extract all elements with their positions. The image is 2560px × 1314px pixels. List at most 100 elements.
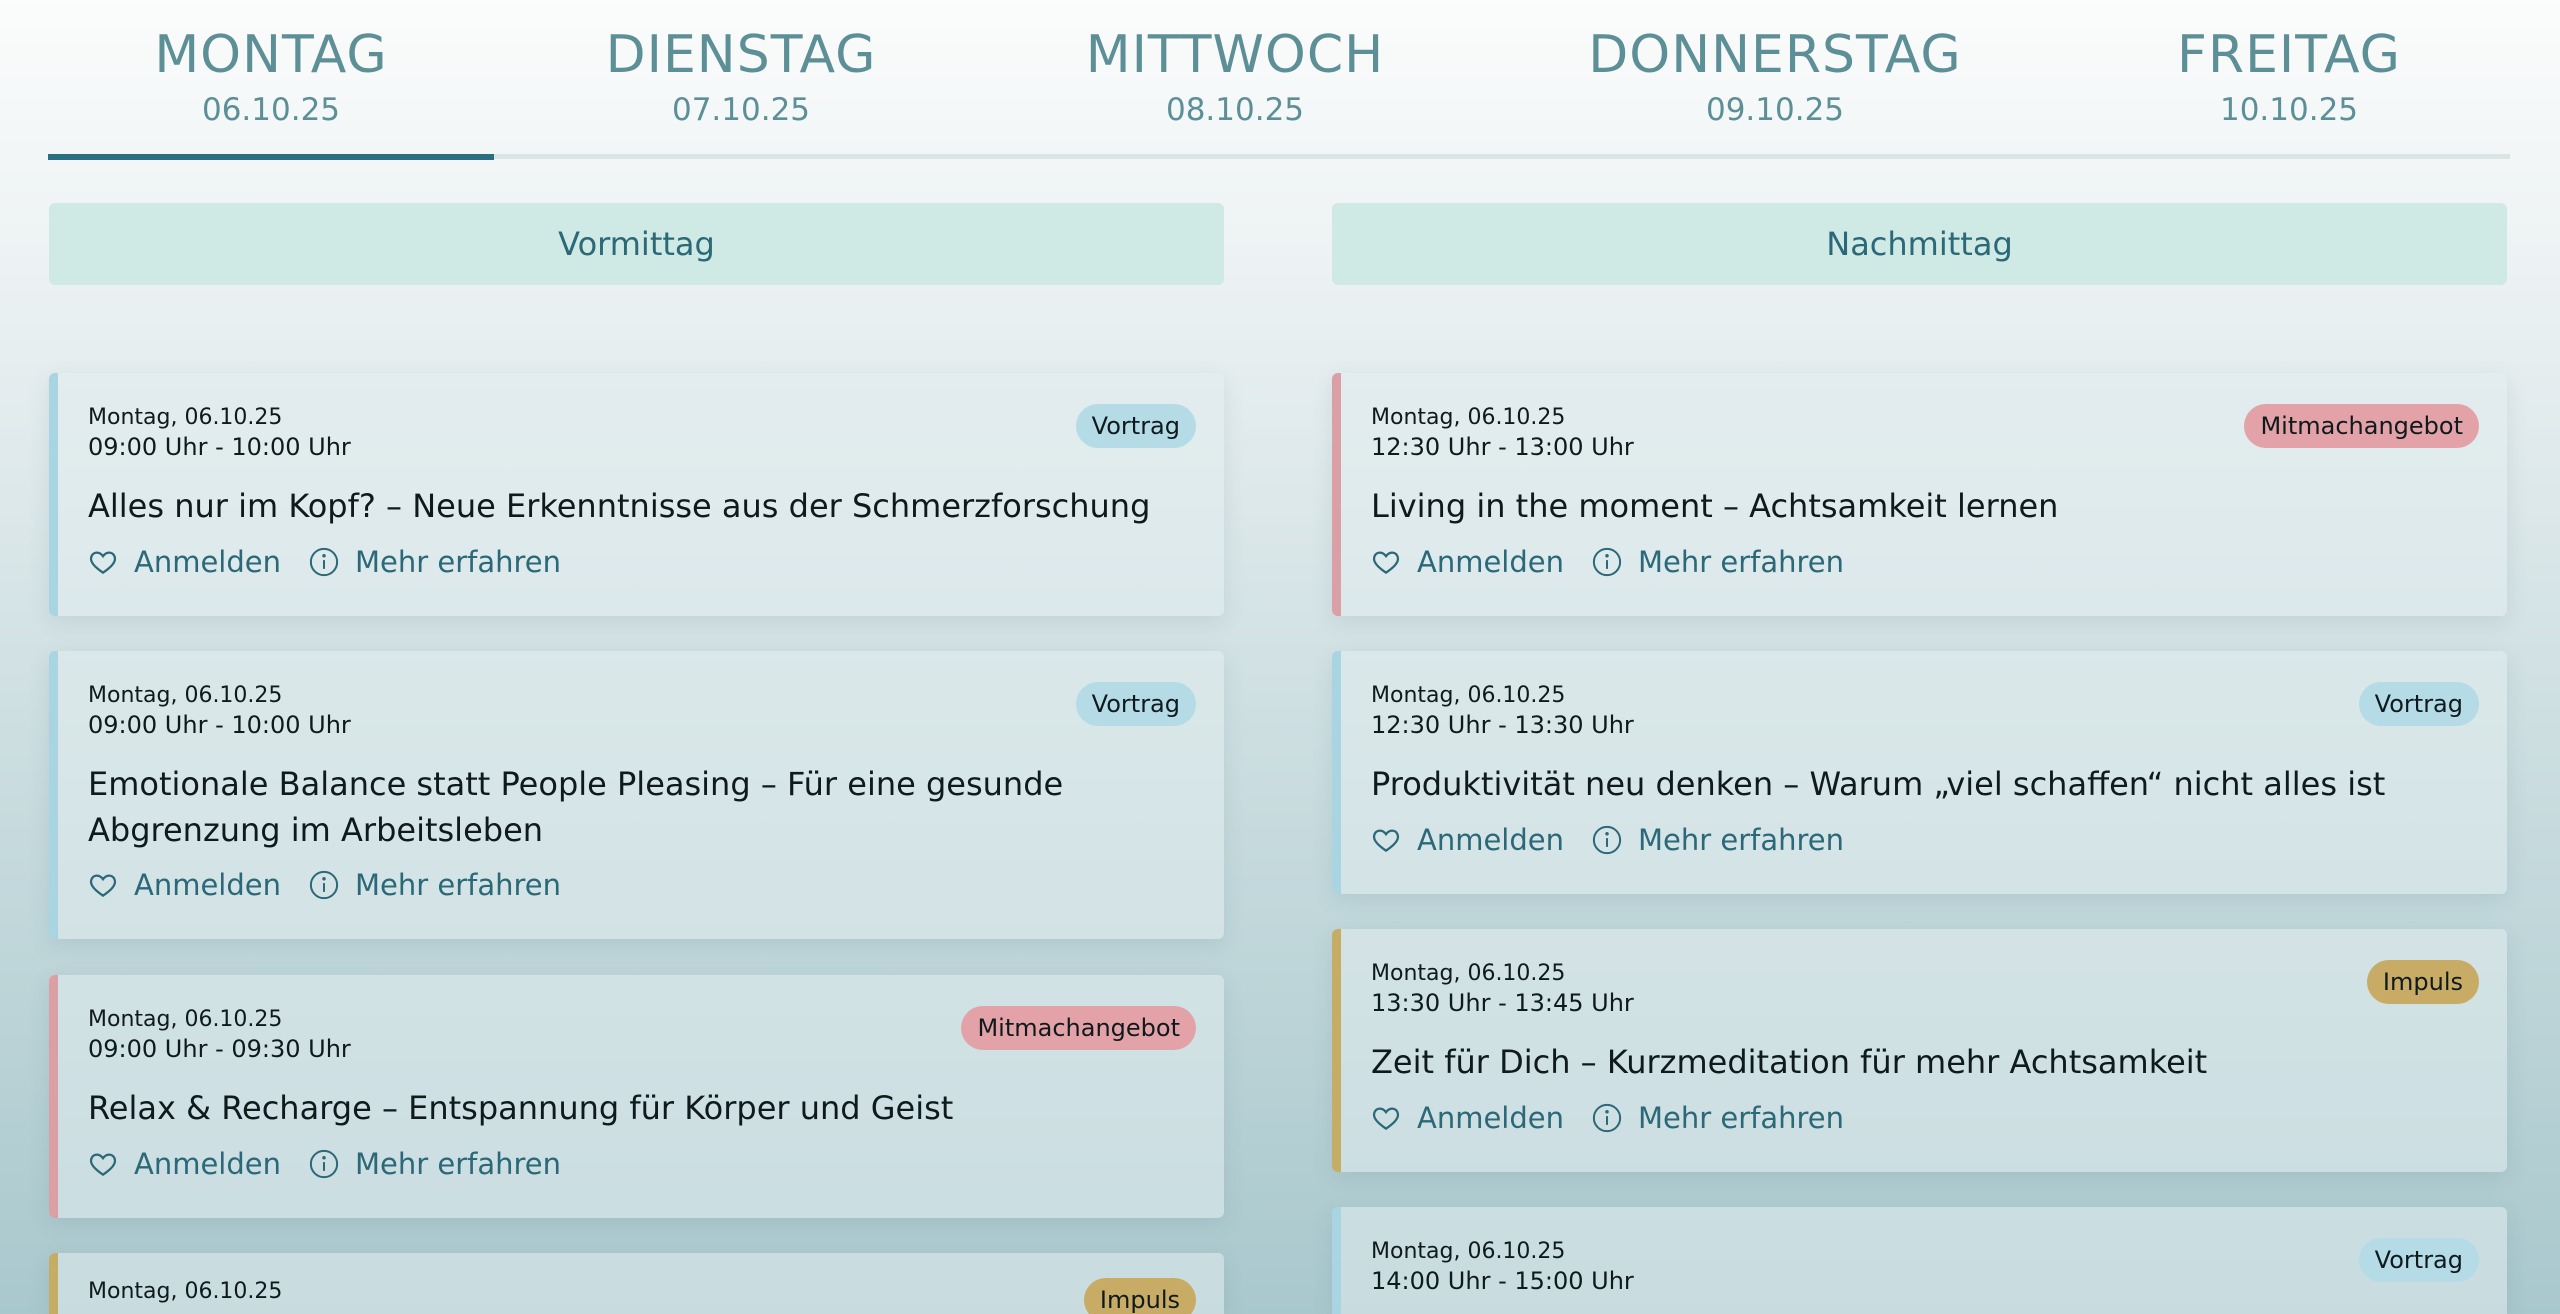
info-icon	[1592, 547, 1622, 577]
register-label: Anmelden	[134, 545, 281, 579]
tab-montag[interactable]: MONTAG 06.10.25	[48, 0, 494, 160]
info-icon	[1592, 1103, 1622, 1133]
period-header-afternoon: Nachmittag	[1332, 203, 2507, 285]
event-card: Montag, 06.10.25 09:00 Uhr - 10:00 Uhr V…	[49, 651, 1224, 939]
more-info-button[interactable]: Mehr erfahren	[1592, 545, 1844, 579]
more-info-label: Mehr erfahren	[355, 1147, 562, 1181]
tab-day-date: 10.10.25	[2219, 92, 2359, 128]
event-actions: Anmelden Mehr erfahren	[88, 1147, 589, 1181]
event-type-badge: Vortrag	[2358, 1238, 2479, 1282]
info-icon	[1592, 825, 1622, 855]
tab-freitag[interactable]: FREITAG 10.10.25	[2068, 0, 2510, 160]
event-type-bar	[1332, 929, 1341, 1172]
register-button[interactable]: Anmelden	[88, 545, 281, 579]
event-time: 09:00 Uhr - 10:00 Uhr	[88, 711, 351, 739]
event-actions: Anmelden Mehr erfahren	[88, 545, 589, 579]
tab-day-name: FREITAG	[2177, 25, 2401, 85]
event-title: Emotionale Balance statt People Pleasing…	[88, 765, 1064, 849]
event-title: Alles nur im Kopf? – Neue Erkenntnisse a…	[88, 487, 1151, 525]
event-time: 14:00 Uhr - 15:00 Uhr	[1371, 1267, 1634, 1295]
tab-day-name: MONTAG	[154, 25, 388, 85]
active-tab-indicator	[48, 154, 494, 160]
day-tabs: MONTAG 06.10.25 DIENSTAG 07.10.25 MITTWO…	[48, 0, 2510, 160]
tab-day-name: MITTWOCH	[1085, 25, 1385, 85]
event-type-badge: Vortrag	[1075, 404, 1196, 448]
event-type-bar	[49, 651, 58, 939]
more-info-button[interactable]: Mehr erfahren	[1592, 1101, 1844, 1135]
event-type-bar	[49, 373, 58, 616]
event-card: Montag, 06.10.25 Impuls	[49, 1253, 1224, 1314]
info-icon	[309, 1149, 339, 1179]
heart-icon	[89, 551, 117, 574]
event-type-badge: Vortrag	[1075, 682, 1196, 726]
more-info-label: Mehr erfahren	[1638, 545, 1845, 579]
tab-donnerstag[interactable]: DONNERSTAG 09.10.25	[1482, 0, 2068, 160]
register-label: Anmelden	[134, 868, 281, 902]
event-card: Montag, 06.10.25 13:30 Uhr - 13:45 Uhr I…	[1332, 929, 2507, 1172]
tab-mittwoch[interactable]: MITTWOCH 08.10.25	[988, 0, 1482, 160]
register-button[interactable]: Anmelden	[1371, 545, 1564, 579]
event-type-bar	[1332, 373, 1341, 616]
event-card: Montag, 06.10.25 09:00 Uhr - 10:00 Uhr V…	[49, 373, 1224, 616]
event-date: Montag, 06.10.25	[88, 1279, 283, 1304]
event-time: 09:00 Uhr - 09:30 Uhr	[88, 1035, 351, 1063]
heart-icon	[89, 1153, 117, 1176]
period-header-morning: Vormittag	[49, 203, 1224, 285]
heart-icon	[1372, 829, 1400, 852]
event-type-badge: Vortrag	[2358, 682, 2479, 726]
event-type-badge: Impuls	[2366, 960, 2479, 1004]
register-label: Anmelden	[1417, 545, 1564, 579]
event-time: 12:30 Uhr - 13:00 Uhr	[1371, 433, 1634, 461]
more-info-button[interactable]: Mehr erfahren	[1592, 823, 1844, 857]
event-actions: Anmelden Mehr erfahren	[1371, 545, 1872, 579]
register-button[interactable]: Anmelden	[88, 1147, 281, 1181]
heart-icon	[1372, 1107, 1400, 1130]
register-button[interactable]: Anmelden	[1371, 823, 1564, 857]
more-info-button[interactable]: Mehr erfahren	[309, 545, 561, 579]
tab-day-date: 08.10.25	[1165, 92, 1305, 128]
event-date: Montag, 06.10.25	[1371, 683, 1566, 708]
info-icon	[309, 547, 339, 577]
event-type-bar	[1332, 1207, 1341, 1314]
event-title: Living in the moment – Achtsamkeit lerne…	[1371, 487, 2059, 525]
event-title: Zeit für Dich – Kurzmeditation für mehr …	[1371, 1043, 2208, 1081]
event-actions: Anmelden Mehr erfahren	[1371, 823, 1872, 857]
register-button[interactable]: Anmelden	[88, 868, 281, 902]
tab-day-date: 09.10.25	[1705, 92, 1845, 128]
event-type-badge: Impuls	[1083, 1278, 1196, 1314]
tab-dienstag[interactable]: DIENSTAG 07.10.25	[494, 0, 988, 160]
heart-icon	[1372, 551, 1400, 574]
register-label: Anmelden	[1417, 823, 1564, 857]
event-title: Produktivität neu denken – Warum „viel s…	[1371, 765, 2386, 803]
event-date: Montag, 06.10.25	[1371, 405, 1566, 430]
tab-day-name: DONNERSTAG	[1588, 25, 1962, 85]
more-info-button[interactable]: Mehr erfahren	[309, 1147, 561, 1181]
more-info-button[interactable]: Mehr erfahren	[309, 868, 561, 902]
more-info-label: Mehr erfahren	[1638, 823, 1845, 857]
register-label: Anmelden	[134, 1147, 281, 1181]
event-date: Montag, 06.10.25	[88, 405, 283, 430]
event-type-bar	[49, 1253, 58, 1314]
info-icon	[309, 870, 339, 900]
event-card: Montag, 06.10.25 14:00 Uhr - 15:00 Uhr V…	[1332, 1207, 2507, 1314]
event-type-badge: Mitmachangebot	[961, 1006, 1196, 1050]
event-title: Relax & Recharge – Entspannung für Körpe…	[88, 1089, 954, 1127]
event-actions: Anmelden Mehr erfahren	[1371, 1101, 1872, 1135]
register-button[interactable]: Anmelden	[1371, 1101, 1564, 1135]
event-time: 12:30 Uhr - 13:30 Uhr	[1371, 711, 1634, 739]
event-type-bar	[49, 975, 58, 1218]
event-date: Montag, 06.10.25	[1371, 961, 1566, 986]
heart-icon	[89, 874, 117, 897]
event-card: Montag, 06.10.25 12:30 Uhr - 13:00 Uhr M…	[1332, 373, 2507, 616]
tab-day-date: 07.10.25	[671, 92, 811, 128]
register-label: Anmelden	[1417, 1101, 1564, 1135]
event-date: Montag, 06.10.25	[1371, 1239, 1566, 1264]
event-card: Montag, 06.10.25 12:30 Uhr - 13:30 Uhr V…	[1332, 651, 2507, 894]
event-type-badge: Mitmachangebot	[2244, 404, 2479, 448]
tab-day-date: 06.10.25	[201, 92, 341, 128]
tab-day-name: DIENSTAG	[605, 25, 877, 85]
event-date: Montag, 06.10.25	[88, 683, 283, 708]
more-info-label: Mehr erfahren	[355, 545, 562, 579]
event-time: 09:00 Uhr - 10:00 Uhr	[88, 433, 351, 461]
event-actions: Anmelden Mehr erfahren	[88, 868, 589, 902]
